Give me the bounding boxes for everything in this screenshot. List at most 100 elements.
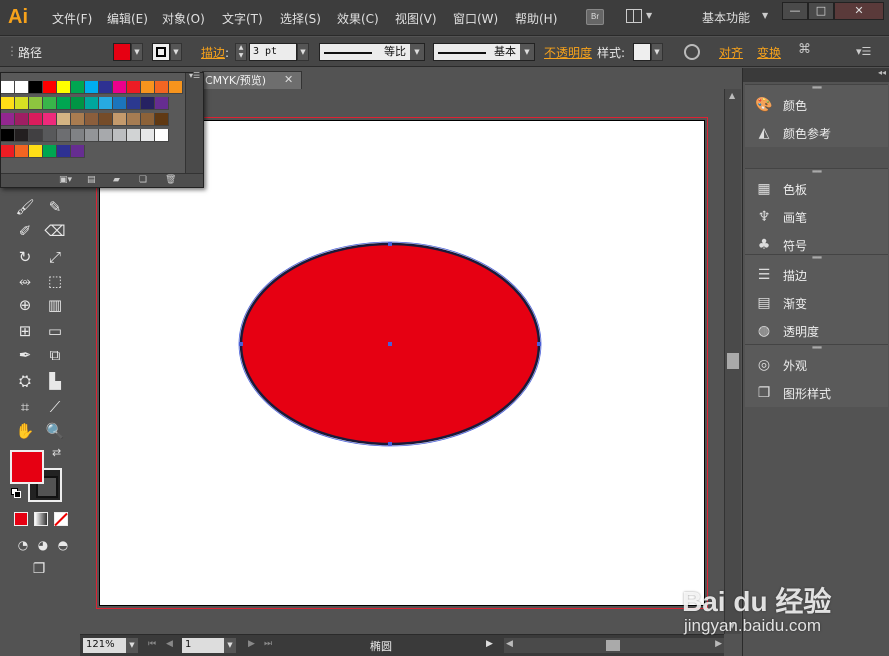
- color-swatch[interactable]: [127, 113, 141, 126]
- panel-group: ▬▬ 🎨 颜色 ◭ 颜色参考: [745, 84, 888, 147]
- panel-item[interactable]: ◍ 透明度: [745, 317, 888, 345]
- color-swatch[interactable]: [155, 81, 169, 94]
- h-scroll-thumb[interactable]: [606, 640, 620, 651]
- panel-item[interactable]: ◭ 颜色参考: [745, 119, 888, 147]
- last-artboard-icon[interactable]: ⏭: [264, 639, 272, 649]
- color-swatch[interactable]: [15, 81, 29, 94]
- anchor-bottom-handle[interactable]: [388, 442, 392, 446]
- center-point-handle[interactable]: [388, 342, 392, 346]
- color-swatch[interactable]: [43, 81, 57, 94]
- color-swatch[interactable]: [43, 145, 57, 158]
- color-swatch[interactable]: [57, 81, 71, 94]
- color-swatch[interactable]: [1, 113, 15, 126]
- color-swatch[interactable]: [141, 97, 155, 110]
- vertical-scrollbar[interactable]: ▲ ▼: [724, 89, 741, 634]
- color-swatch[interactable]: [1, 81, 15, 94]
- swatch-library-icon[interactable]: ▣▾: [59, 175, 72, 185]
- panel-item-label: 画笔: [783, 211, 808, 225]
- color-swatch[interactable]: [71, 97, 85, 110]
- color-swatch[interactable]: [57, 97, 71, 110]
- color-swatch[interactable]: [71, 113, 85, 126]
- color-swatch[interactable]: [43, 113, 57, 126]
- color-swatch[interactable]: [85, 81, 99, 94]
- color-swatch[interactable]: [141, 81, 155, 94]
- color-swatch[interactable]: [155, 129, 169, 142]
- color-swatch[interactable]: [1, 97, 15, 110]
- color-swatch[interactable]: [169, 81, 183, 94]
- color-swatch[interactable]: [113, 97, 127, 110]
- color-swatch[interactable]: [155, 97, 169, 110]
- color-swatch[interactable]: [29, 81, 43, 94]
- color-swatch[interactable]: [85, 113, 99, 126]
- color-swatch[interactable]: [127, 81, 141, 94]
- collapse-panels-icon[interactable]: ◂◂: [743, 68, 889, 82]
- panel-item[interactable]: 🎨 颜色: [745, 91, 888, 119]
- new-swatch-icon[interactable]: ❏: [139, 175, 147, 185]
- color-swatch[interactable]: [113, 129, 127, 142]
- color-swatch[interactable]: [29, 113, 43, 126]
- color-swatch[interactable]: [71, 129, 85, 142]
- zoom-dropdown[interactable]: ▼: [126, 638, 138, 653]
- prev-artboard-icon[interactable]: ◀: [166, 639, 173, 649]
- first-artboard-icon[interactable]: ⏮: [148, 639, 156, 649]
- artboard-dropdown[interactable]: ▼: [224, 638, 236, 653]
- anchor-left-handle[interactable]: [239, 342, 243, 346]
- color-swatch[interactable]: [99, 97, 113, 110]
- color-swatch[interactable]: [29, 97, 43, 110]
- panel-item[interactable]: ▦ 色板: [745, 175, 888, 203]
- color-swatch[interactable]: [1, 145, 15, 158]
- color-swatch[interactable]: [57, 113, 71, 126]
- color-swatch[interactable]: [43, 97, 57, 110]
- color-swatch[interactable]: [29, 145, 43, 158]
- panel-item-label: 外观: [783, 359, 808, 373]
- color-swatch[interactable]: [43, 129, 57, 142]
- color-swatch[interactable]: [71, 81, 85, 94]
- color-swatch[interactable]: [29, 129, 43, 142]
- panel-item[interactable]: ▤ 渐变: [745, 289, 888, 317]
- color-swatch[interactable]: [15, 97, 29, 110]
- color-swatch[interactable]: [15, 145, 29, 158]
- popup-menu-icon[interactable]: ▾☰: [189, 71, 200, 80]
- panel-item[interactable]: ☰ 描边: [745, 261, 888, 289]
- scroll-left-icon[interactable]: ◀: [506, 639, 513, 649]
- next-artboard-icon[interactable]: ▶: [248, 639, 255, 649]
- panel-item[interactable]: ♆ 画笔: [745, 203, 888, 231]
- zoom-field[interactable]: 121%: [83, 638, 127, 653]
- color-swatch[interactable]: [155, 113, 169, 126]
- scroll-up-icon[interactable]: ▲: [729, 91, 735, 100]
- panel-item-label: 色板: [783, 183, 808, 197]
- color-swatch[interactable]: [127, 97, 141, 110]
- swatch-kinds-icon[interactable]: ▤: [87, 175, 96, 185]
- color-swatch[interactable]: [99, 129, 113, 142]
- color-swatch[interactable]: [71, 145, 85, 158]
- color-swatch[interactable]: [99, 81, 113, 94]
- color-swatch[interactable]: [1, 129, 15, 142]
- color-swatch[interactable]: [15, 113, 29, 126]
- artboard-number-field[interactable]: 1: [182, 638, 224, 653]
- color-swatch[interactable]: [57, 145, 71, 158]
- panel-item-label: 渐变: [783, 297, 808, 311]
- anchor-right-handle[interactable]: [537, 342, 541, 346]
- trash-icon[interactable]: 🗑: [165, 175, 176, 185]
- panel-item-label: 图形样式: [783, 387, 832, 401]
- color-swatch[interactable]: [85, 129, 99, 142]
- color-swatch[interactable]: [85, 97, 99, 110]
- panel-item[interactable]: ❐ 图形样式: [745, 379, 888, 407]
- color-swatch[interactable]: [15, 129, 29, 142]
- color-swatch[interactable]: [99, 113, 113, 126]
- color-swatch[interactable]: [127, 129, 141, 142]
- color-swatch[interactable]: [113, 81, 127, 94]
- anchor-top-handle[interactable]: [388, 242, 392, 246]
- new-group-icon[interactable]: ▰: [113, 175, 120, 185]
- color-guide-icon: ◭: [758, 125, 770, 141]
- swatch-row: [1, 97, 183, 111]
- popup-scrollbar[interactable]: ▾☰: [185, 71, 203, 173]
- color-swatch[interactable]: [141, 129, 155, 142]
- scroll-thumb[interactable]: [727, 353, 739, 369]
- color-swatch[interactable]: [141, 113, 155, 126]
- color-swatch[interactable]: [57, 129, 71, 142]
- panel-item[interactable]: ◎ 外观: [745, 351, 888, 379]
- status-menu-icon[interactable]: ▶: [486, 639, 493, 649]
- color-swatch[interactable]: [113, 113, 127, 126]
- panel-item-label: 颜色参考: [783, 127, 832, 141]
